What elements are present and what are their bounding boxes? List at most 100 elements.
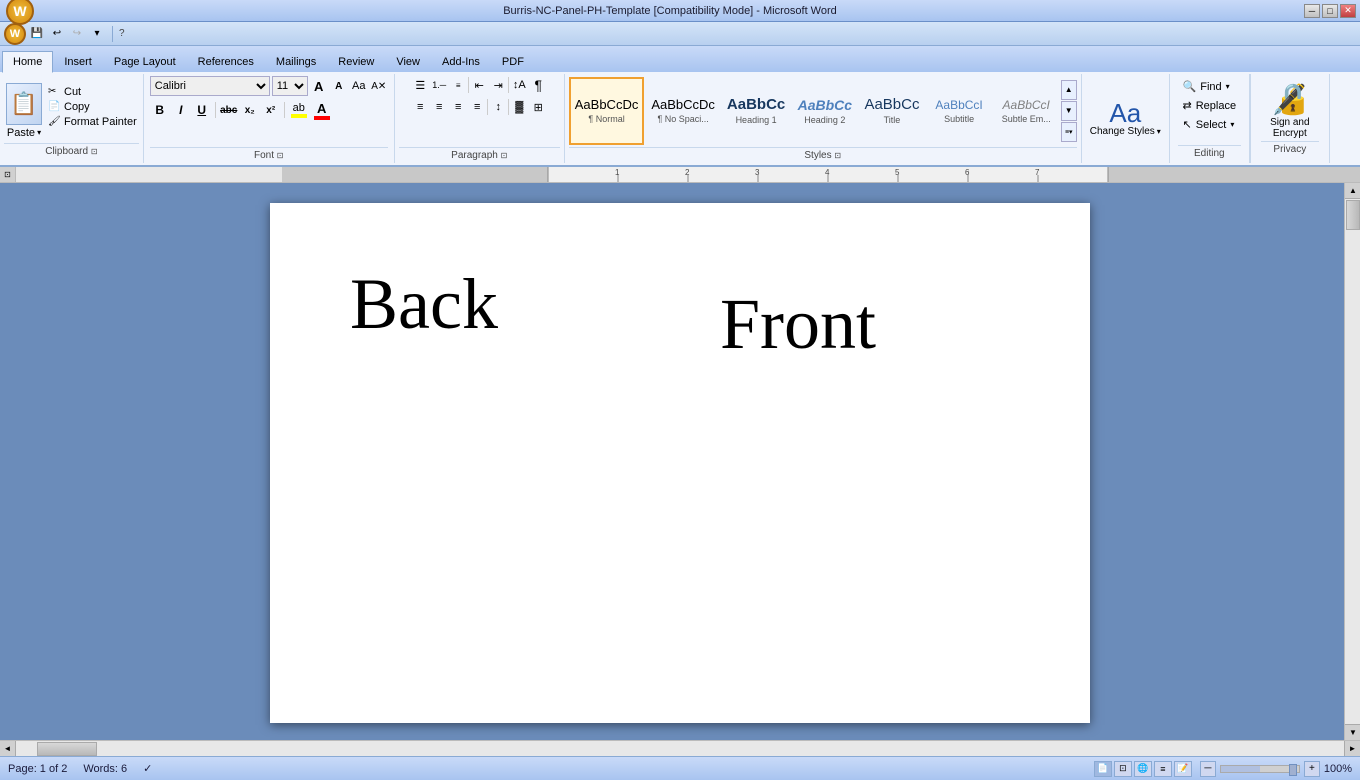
align-center-button[interactable]: ≡ xyxy=(430,98,448,116)
paragraph-dialog-launcher[interactable]: ⊡ xyxy=(501,151,508,160)
font-size-select[interactable]: 11 xyxy=(272,76,308,96)
zoom-in-button[interactable]: + xyxy=(1304,761,1320,777)
find-button[interactable]: 🔍 Find ▾ xyxy=(1179,78,1241,95)
font-group-label: Font ⊡ xyxy=(150,147,388,161)
paste-button[interactable]: 📋 Paste▾ xyxy=(4,81,44,141)
separator xyxy=(215,102,216,118)
change-styles-label: Change Styles▾ xyxy=(1090,126,1161,137)
styles-scroll-up[interactable]: ▲ xyxy=(1061,80,1077,100)
replace-button[interactable]: ⇄ Replace xyxy=(1179,97,1241,114)
scroll-left-button[interactable]: ◄ xyxy=(0,741,16,757)
tab-view[interactable]: View xyxy=(385,50,431,72)
highlight-color-button[interactable]: ab xyxy=(288,102,310,118)
decrease-indent-button[interactable]: ⇤ xyxy=(470,76,488,94)
change-case-button[interactable]: Aa xyxy=(350,77,368,95)
shrink-font-button[interactable]: A xyxy=(330,77,348,95)
document-area: Back Front ▲ ▼ xyxy=(0,183,1360,740)
h-scroll-thumb[interactable] xyxy=(37,742,97,756)
scroll-up-button[interactable]: ▲ xyxy=(1345,183,1360,199)
strikethrough-button[interactable]: abc xyxy=(219,100,239,120)
italic-button[interactable]: I xyxy=(171,100,191,120)
superscript-button[interactable]: x² xyxy=(261,100,281,120)
outline-button[interactable]: ≡ xyxy=(1154,761,1172,777)
zoom-slider-thumb[interactable] xyxy=(1289,764,1297,776)
tab-review[interactable]: Review xyxy=(327,50,385,72)
style-no-spacing[interactable]: AaBbCcDc ¶ No Spaci... xyxy=(646,77,720,145)
copy-button[interactable]: 📄 Copy xyxy=(46,100,139,114)
clipboard-dialog-launcher[interactable]: ⊡ xyxy=(91,147,98,156)
underline-button[interactable]: U xyxy=(192,100,212,120)
tab-home[interactable]: Home xyxy=(2,51,53,73)
tab-references[interactable]: References xyxy=(187,50,265,72)
zoom-level[interactable]: 100% xyxy=(1324,763,1352,775)
numbering-button[interactable]: 1.─ xyxy=(430,76,448,94)
ruler-corner[interactable]: ⊡ xyxy=(0,167,16,182)
font-dialog-launcher[interactable]: ⊡ xyxy=(277,151,284,160)
line-spacing-button[interactable]: ↕ xyxy=(489,98,507,116)
document-page[interactable]: Back Front xyxy=(270,203,1090,723)
multilevel-list-button[interactable]: ≡ xyxy=(449,76,467,94)
sort-button[interactable]: ↕A xyxy=(510,76,528,94)
zoom-out-button[interactable]: ─ xyxy=(1200,761,1216,777)
editing-group: 🔍 Find ▾ ⇄ Replace ↖ Select ▾ Editing xyxy=(1170,74,1250,163)
style-normal[interactable]: AaBbCcDc ¶ Normal xyxy=(569,77,645,145)
cut-button[interactable]: ✂ Cut xyxy=(46,85,139,99)
office-menu-button[interactable]: W xyxy=(4,23,26,45)
style-heading1-preview: AaBbCc xyxy=(727,96,785,113)
tab-pdf[interactable]: PDF xyxy=(491,50,535,72)
title-bar-left: W xyxy=(4,0,36,27)
bullets-button[interactable]: ☰ xyxy=(411,76,429,94)
back-text-area[interactable]: Back xyxy=(310,233,680,693)
shading-button[interactable]: ▓ xyxy=(510,98,528,116)
align-left-button[interactable]: ≡ xyxy=(411,98,429,116)
separator xyxy=(284,102,285,118)
grow-font-button[interactable]: A xyxy=(310,77,328,95)
scroll-thumb[interactable] xyxy=(1346,200,1360,230)
font-name-select[interactable]: Calibri xyxy=(150,76,270,96)
format-painter-button[interactable]: 🖌 Format Painter xyxy=(46,115,139,129)
subscript-button[interactable]: x₂ xyxy=(240,100,260,120)
select-button[interactable]: ↖ Select ▾ xyxy=(1179,116,1241,133)
styles-scroll-down[interactable]: ▼ xyxy=(1061,101,1077,121)
justify-button[interactable]: ≡ xyxy=(468,98,486,116)
sign-encrypt-button[interactable]: 🔏 Sign andEncrypt xyxy=(1270,82,1309,139)
show-marks-button[interactable]: ¶ xyxy=(529,76,547,94)
style-subtitle[interactable]: AaBbCcI Subtitle xyxy=(927,77,992,145)
office-button[interactable]: W xyxy=(6,0,34,25)
tab-insert[interactable]: Insert xyxy=(53,50,103,72)
style-heading1[interactable]: AaBbCc Heading 1 xyxy=(722,77,790,145)
maximize-button[interactable]: □ xyxy=(1322,4,1338,18)
vertical-scrollbar: ▲ ▼ xyxy=(1344,183,1360,740)
increase-indent-button[interactable]: ⇥ xyxy=(489,76,507,94)
close-button[interactable]: ✕ xyxy=(1340,4,1356,18)
bold-button[interactable]: B xyxy=(150,100,170,120)
tab-page-layout[interactable]: Page Layout xyxy=(103,50,187,72)
quick-undo-button[interactable]: ↩ xyxy=(48,25,66,43)
zoom-slider-track[interactable] xyxy=(1220,765,1300,773)
quick-save-button[interactable]: 💾 xyxy=(28,25,46,43)
styles-dialog-launcher[interactable]: ⊡ xyxy=(834,151,841,160)
full-screen-button[interactable]: ⊡ xyxy=(1114,761,1132,777)
change-styles-button[interactable]: Aa Change Styles▾ xyxy=(1090,100,1161,137)
front-text-area[interactable]: Front xyxy=(680,233,1050,693)
align-right-button[interactable]: ≡ xyxy=(449,98,467,116)
quick-customize-button[interactable]: ▾ xyxy=(88,25,106,43)
style-heading2[interactable]: AaBbCc Heading 2 xyxy=(792,77,857,145)
scroll-down-button[interactable]: ▼ xyxy=(1345,724,1360,740)
style-title[interactable]: AaBbCc Title xyxy=(859,77,924,145)
scroll-right-button[interactable]: ► xyxy=(1344,741,1360,757)
borders-button[interactable]: ⊞ xyxy=(529,98,547,116)
web-layout-button[interactable]: 🌐 xyxy=(1134,761,1152,777)
style-subtle-em[interactable]: AaBbCcI Subtle Em... xyxy=(994,77,1059,145)
clear-formatting-button[interactable]: A✕ xyxy=(370,77,388,95)
print-layout-button[interactable]: 📄 xyxy=(1094,761,1112,777)
quick-redo-button[interactable]: ↪ xyxy=(68,25,86,43)
help-button[interactable]: ? xyxy=(119,28,125,39)
tab-mailings[interactable]: Mailings xyxy=(265,50,327,72)
styles-more-button[interactable]: ≡▾ xyxy=(1061,122,1077,142)
font-color-button[interactable]: A xyxy=(311,101,333,120)
minimize-button[interactable]: ─ xyxy=(1304,4,1320,18)
draft-button[interactable]: 📝 xyxy=(1174,761,1192,777)
tab-add-ins[interactable]: Add-Ins xyxy=(431,50,491,72)
style-normal-preview: AaBbCcDc xyxy=(575,97,639,112)
